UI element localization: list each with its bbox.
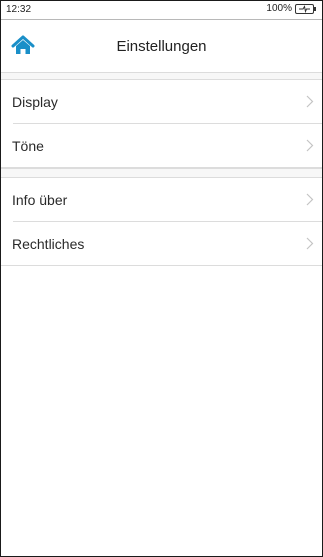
settings-item-sounds[interactable]: Töne [1, 124, 322, 168]
settings-item-label: Info über [12, 192, 68, 208]
settings-item-label: Rechtliches [12, 236, 85, 252]
navigation-bar: Einstellungen [1, 20, 322, 72]
settings-screen: 12:32 100% Einstellungen Display Töne In… [0, 0, 323, 557]
chevron-right-icon [306, 237, 314, 250]
settings-group-display: Display Töne [1, 80, 322, 168]
chevron-right-icon [306, 139, 314, 152]
settings-item-label: Display [12, 94, 58, 110]
settings-item-about[interactable]: Info über [1, 178, 322, 222]
status-time: 12:32 [6, 4, 32, 15]
status-bar: 12:32 100% [1, 1, 322, 20]
chevron-right-icon [306, 95, 314, 108]
settings-group-info: Info über Rechtliches [1, 178, 322, 266]
battery-charging-icon [295, 3, 316, 14]
status-battery: 100% [266, 3, 316, 14]
settings-list: Display Töne Info über Rechtliches [1, 72, 322, 556]
settings-item-display[interactable]: Display [1, 80, 322, 124]
settings-item-label: Töne [12, 138, 44, 154]
battery-percentage: 100% [266, 3, 292, 14]
group-spacer [1, 72, 322, 80]
page-title: Einstellungen [116, 38, 207, 55]
group-spacer [1, 168, 322, 178]
chevron-right-icon [306, 193, 314, 206]
settings-item-legal[interactable]: Rechtliches [1, 222, 322, 266]
